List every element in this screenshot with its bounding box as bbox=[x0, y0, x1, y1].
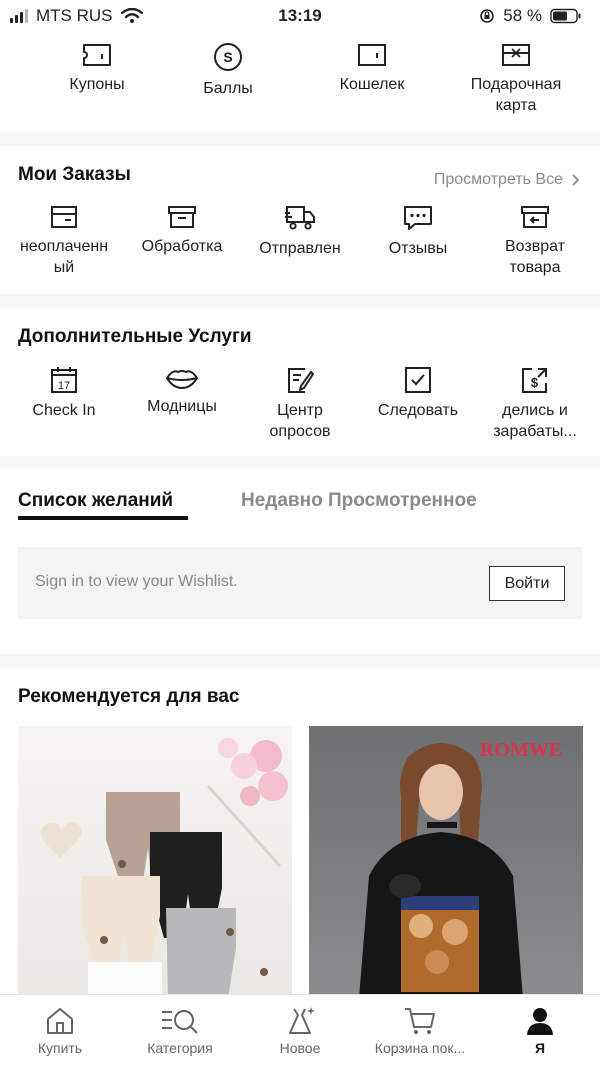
battery-percent: 58 % bbox=[503, 6, 542, 25]
fashionistas-button[interactable]: Модницы bbox=[123, 366, 241, 417]
wallet-button[interactable]: Кошелек bbox=[302, 42, 442, 95]
chevron-right-icon bbox=[572, 174, 580, 186]
product-image-leggings bbox=[41, 738, 288, 998]
lips-icon bbox=[166, 370, 198, 389]
processing-button[interactable]: Обработка bbox=[123, 204, 241, 257]
tab-wishlist[interactable]: Список желаний bbox=[18, 490, 173, 512]
fashionistas-label: Модницы bbox=[147, 398, 217, 415]
rotation-lock-icon bbox=[480, 9, 495, 23]
profile-icon bbox=[527, 1008, 553, 1035]
reviews-label: Отзывы bbox=[388, 240, 448, 257]
shipped-button[interactable]: Отправлен bbox=[241, 204, 359, 259]
tab-shop[interactable]: Купить bbox=[0, 1005, 120, 1056]
extras-title: Дополнительные Услуги bbox=[18, 326, 252, 347]
tab-shop-label: Купить bbox=[37, 1040, 83, 1056]
wishlist-signin-text: Sign in to view your Wishlist. bbox=[35, 573, 238, 590]
orders-section: Мои Заказы Просмотреть Все неоплаченн ый… bbox=[0, 146, 600, 294]
survey-center-label: Центр опросов bbox=[269, 402, 331, 440]
tab-new-label: Новое bbox=[279, 1040, 321, 1056]
check-in-label: Check In bbox=[32, 402, 96, 419]
tab-recently-viewed[interactable]: Недавно Просмотренное bbox=[241, 490, 477, 512]
coupons-button[interactable]: Купоны bbox=[27, 42, 167, 95]
orders-title: Мои Заказы bbox=[18, 164, 131, 185]
calendar-icon: 17 bbox=[51, 367, 77, 393]
coupons-label: Купоны bbox=[69, 76, 125, 93]
reviews-button[interactable]: Отзывы bbox=[359, 204, 477, 259]
share-earn-label: делись и зарабаты... bbox=[493, 402, 577, 440]
points-label: Баллы bbox=[203, 80, 253, 97]
battery-icon bbox=[550, 8, 581, 24]
tab-cart-label: Корзина пок... bbox=[374, 1040, 466, 1056]
gift-card-icon bbox=[502, 44, 530, 66]
view-all-label: Просмотреть Все bbox=[433, 171, 563, 188]
recommended-section: Рекомендуется для вас ROMWE bbox=[0, 668, 600, 998]
category-icon bbox=[162, 1010, 198, 1034]
check-in-button[interactable]: 17 Check In bbox=[5, 366, 123, 421]
product-image-tshirt: ROMWE bbox=[359, 739, 562, 998]
tab-new[interactable]: Новое bbox=[240, 1005, 360, 1056]
wallet-label: Кошелек bbox=[339, 76, 405, 93]
tab-profile[interactable]: Я bbox=[480, 1005, 600, 1056]
product-brand: ROMWE bbox=[480, 739, 562, 761]
login-button[interactable]: Войти bbox=[489, 566, 565, 601]
coupon-icon bbox=[83, 44, 111, 66]
unpaid-icon bbox=[51, 206, 77, 228]
status-right: 58 % bbox=[479, 6, 582, 26]
wishlist-section: Список желаний Недавно Просмотренное Sig… bbox=[0, 468, 600, 654]
reviews-icon bbox=[404, 206, 432, 230]
follow-button[interactable]: Следовать bbox=[359, 366, 477, 421]
extra-services-section: Дополнительные Услуги 17 Check In Модниц… bbox=[0, 308, 600, 456]
processing-icon bbox=[168, 206, 196, 228]
follow-icon bbox=[405, 367, 431, 393]
active-tab-indicator bbox=[18, 516, 188, 520]
wallet-icon bbox=[358, 44, 386, 66]
points-button[interactable]: S Баллы bbox=[158, 42, 298, 99]
share-earn-icon: $ bbox=[522, 368, 547, 393]
bottom-tab-bar: Купить Категория Новое Корзина пок... Я bbox=[0, 994, 600, 1066]
shipped-icon bbox=[285, 206, 315, 230]
unpaid-button[interactable]: неоплаченн ый bbox=[5, 204, 123, 278]
wishlist-signin-panel: Sign in to view your Wishlist. Войти bbox=[18, 547, 582, 619]
gift-card-button[interactable]: Подарочная карта bbox=[446, 42, 586, 116]
tab-cart[interactable]: Корзина пок... bbox=[360, 1005, 480, 1056]
shipped-label: Отправлен bbox=[259, 240, 341, 257]
survey-center-button[interactable]: Центр опросов bbox=[241, 366, 359, 442]
home-icon bbox=[47, 1008, 73, 1034]
unpaid-label: неоплаченн ый bbox=[19, 238, 109, 276]
view-all-link[interactable]: Просмотреть Все bbox=[434, 171, 580, 189]
tab-category-label: Категория bbox=[147, 1040, 213, 1056]
follow-label: Следовать bbox=[377, 402, 459, 419]
product-card[interactable] bbox=[18, 726, 292, 998]
svg-text:S: S bbox=[223, 49, 232, 65]
return-icon bbox=[521, 206, 549, 228]
survey-icon bbox=[288, 368, 314, 393]
tab-category[interactable]: Категория bbox=[120, 1005, 240, 1056]
svg-text:17: 17 bbox=[58, 380, 70, 392]
product-card[interactable]: ROMWE bbox=[309, 726, 583, 998]
status-bar: MTS RUS 13:19 58 % bbox=[0, 0, 600, 34]
cart-icon bbox=[405, 1008, 435, 1034]
share-earn-button[interactable]: $ делись и зарабаты... bbox=[476, 366, 594, 442]
new-icon bbox=[289, 1007, 315, 1034]
return-button[interactable]: Возврат товара bbox=[476, 204, 594, 278]
processing-label: Обработка bbox=[141, 238, 223, 255]
tab-profile-label: Я bbox=[534, 1040, 546, 1056]
gift-card-label: Подарочная карта bbox=[470, 76, 562, 114]
svg-text:$: $ bbox=[531, 375, 539, 390]
points-icon: S bbox=[214, 43, 242, 71]
return-label: Возврат товара bbox=[505, 238, 565, 276]
assets-row: Купоны S Баллы Кошелек Подарочная карта bbox=[0, 34, 600, 132]
recommended-title: Рекомендуется для вас bbox=[18, 686, 240, 707]
